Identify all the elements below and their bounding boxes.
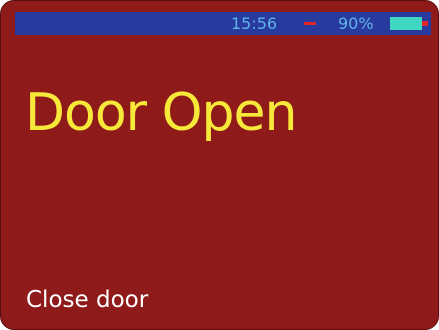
close-door-action[interactable]: Close door	[26, 289, 148, 312]
status-bar: 15:56 90%	[15, 12, 431, 35]
device-screen: 15:56 90% Door Open Close door	[0, 0, 439, 330]
battery-percentage: 90%	[338, 14, 374, 33]
status-separator	[304, 22, 316, 25]
status-time: 15:56	[231, 14, 278, 33]
battery-tip	[422, 21, 428, 26]
door-status-title: Door Open	[25, 83, 297, 143]
battery-fill	[390, 17, 422, 30]
battery-icon	[390, 17, 428, 30]
